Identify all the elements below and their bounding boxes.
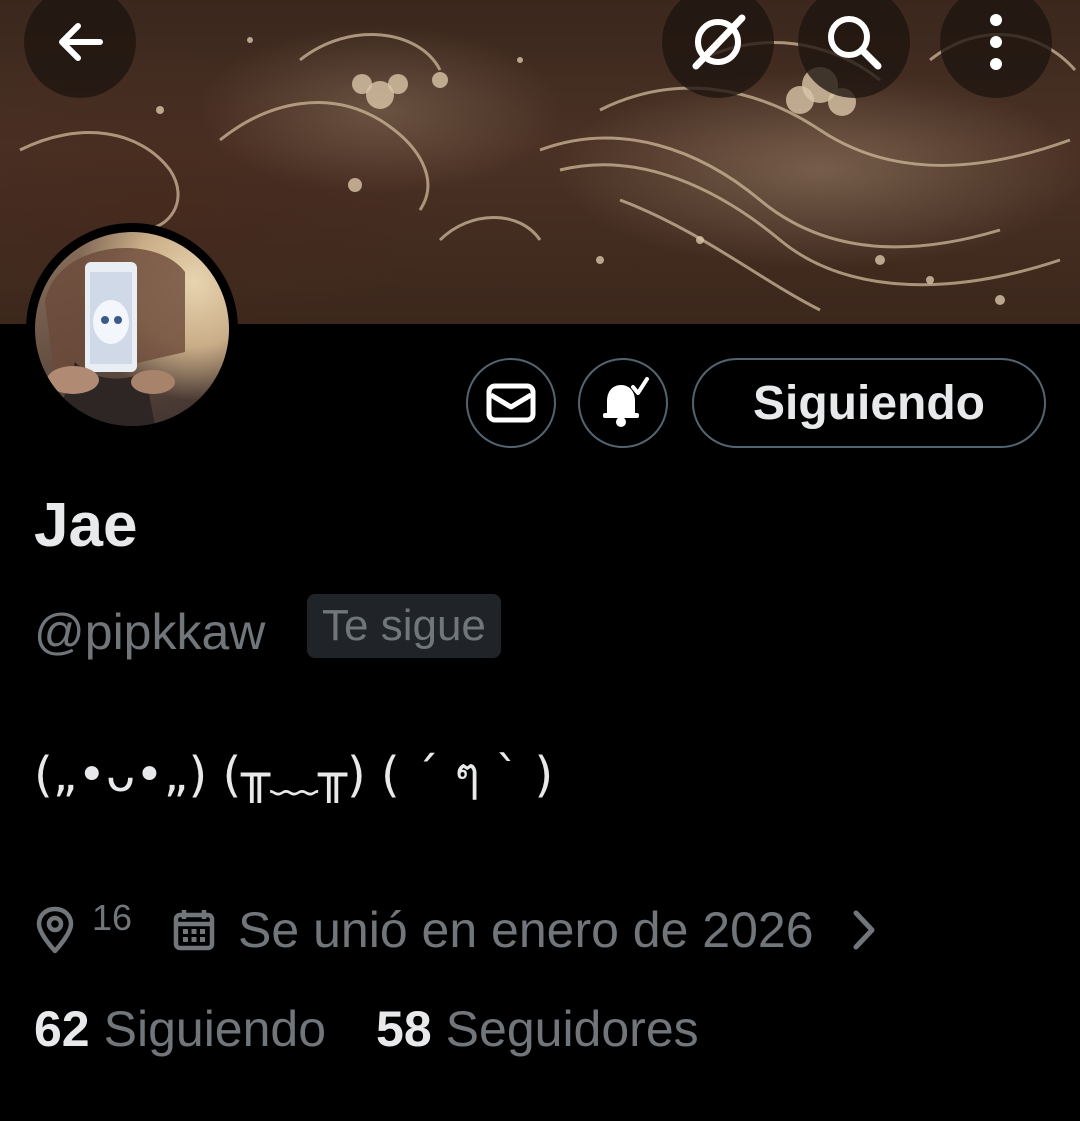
profile-meta: 16 Se unió en enero de 2026 bbox=[34, 890, 884, 970]
avatar-image bbox=[35, 232, 229, 426]
profile-bio: („•ᴗ•„) (╥﹏╥) ( ´ ๆ ` ) bbox=[34, 747, 554, 803]
search-icon bbox=[828, 16, 882, 70]
following-count: 62 bbox=[34, 1001, 90, 1057]
grok-icon bbox=[692, 14, 746, 70]
location-pin-icon bbox=[36, 906, 74, 954]
follows-you-label: Te sigue bbox=[322, 601, 486, 650]
location-text: 16 bbox=[92, 897, 133, 938]
username-handle: @pipkkaw bbox=[34, 604, 266, 660]
bell-check-icon bbox=[603, 377, 649, 427]
display-name: Jae bbox=[34, 491, 138, 560]
calendar-icon bbox=[173, 910, 215, 951]
message-button[interactable] bbox=[466, 358, 556, 448]
arrow-left-icon bbox=[59, 23, 103, 61]
followers-label: Seguidores bbox=[445, 1001, 699, 1057]
followers-count: 58 bbox=[376, 1001, 432, 1057]
notifications-button[interactable] bbox=[578, 358, 668, 448]
follows-you-badge: Te sigue bbox=[307, 594, 501, 658]
more-vertical-icon bbox=[990, 14, 1002, 70]
following-button[interactable]: Siguiendo bbox=[692, 358, 1046, 448]
following-label: Siguiendo bbox=[103, 1001, 327, 1057]
mail-icon bbox=[486, 383, 536, 423]
chevron-right-icon[interactable] bbox=[844, 907, 884, 953]
following-count-link[interactable]: 62 Siguiendo bbox=[34, 1000, 326, 1058]
avatar-photo bbox=[45, 248, 185, 426]
joined-date[interactable]: Se unió en enero de 2026 bbox=[238, 901, 814, 959]
follow-counts: 62 Siguiendo 58 Seguidores bbox=[34, 1000, 749, 1058]
followers-count-link[interactable]: 58 Seguidores bbox=[376, 1000, 699, 1058]
avatar[interactable] bbox=[26, 223, 238, 435]
following-button-label: Siguiendo bbox=[753, 376, 985, 430]
